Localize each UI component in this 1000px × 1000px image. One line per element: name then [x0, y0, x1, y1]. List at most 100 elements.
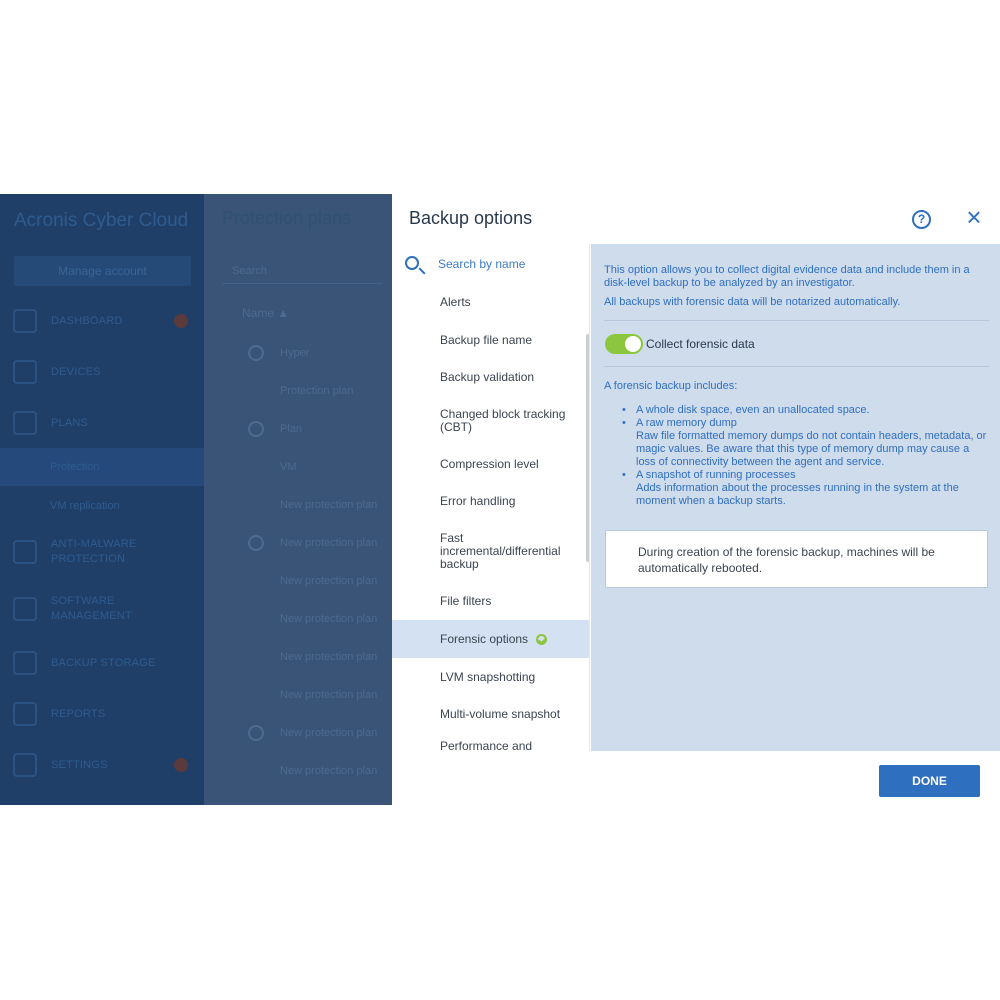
status-icon	[248, 611, 264, 627]
nav-label: DEVICES	[51, 365, 101, 378]
detail-notarized: All backups with forensic data will be n…	[604, 296, 901, 308]
status-icon	[248, 763, 264, 779]
nav-dashboard: DASHBOARD	[0, 301, 204, 341]
nav-label: SOFTWARE MANAGEMENT	[51, 595, 132, 622]
plan-row: VM	[248, 448, 392, 486]
plan-row: Hyper	[248, 334, 392, 372]
plan-row: New protection plan	[248, 562, 392, 600]
status-icon	[248, 497, 264, 513]
option-performance[interactable]: Performance and backup	[392, 740, 589, 752]
option-alerts[interactable]: Alerts	[392, 284, 589, 321]
option-search	[392, 244, 589, 284]
plan-row: New protection plan	[248, 486, 392, 524]
list-item: A whole disk space, even an unallocated …	[620, 404, 990, 417]
plan-row: New protection plan	[248, 638, 392, 676]
nav-backup-storage: BACKUP STORAGE	[0, 643, 204, 683]
plan-row: Protection plan	[248, 372, 392, 410]
status-icon	[248, 573, 264, 589]
nav-sub-protection: Protection	[0, 448, 204, 486]
manage-account-button: Manage account	[14, 256, 191, 286]
brand-logo: Acronis Cyber Cloud	[14, 210, 189, 231]
notification-badge	[174, 758, 188, 772]
sidebar: Acronis Cyber Cloud Manage account DASHB…	[0, 194, 204, 805]
background-app: Acronis Cyber Cloud Manage account DASHB…	[0, 194, 392, 805]
gear-icon	[13, 753, 37, 777]
status-icon	[248, 383, 264, 399]
search-input[interactable]	[438, 253, 578, 275]
check-circle-icon	[536, 633, 548, 645]
option-file-filters[interactable]: File filters	[392, 582, 589, 620]
software-icon	[13, 597, 37, 621]
status-icon	[248, 345, 264, 361]
nav-sub-vm-replication: VM replication	[50, 500, 120, 512]
storage-icon	[13, 651, 37, 675]
status-icon	[248, 421, 264, 437]
nav-label: DASHBOARD	[51, 314, 123, 327]
status-icon	[248, 725, 264, 741]
includes-heading: A forensic backup includes:	[604, 380, 738, 392]
monitor-icon	[13, 360, 37, 384]
shield-icon	[13, 540, 37, 564]
options-list: Alerts Backup file name Backup validatio…	[392, 244, 590, 751]
list-item: A raw memory dumpRaw file formatted memo…	[620, 417, 990, 469]
status-icon	[248, 535, 264, 551]
option-backup-file-name[interactable]: Backup file name	[392, 321, 589, 359]
option-lvm-snapshotting[interactable]: LVM snapshotting	[392, 658, 589, 696]
plan-row: New protection plan	[248, 600, 392, 638]
status-icon	[248, 649, 264, 665]
option-multi-volume-snapshot[interactable]: Multi-volume snapshot	[392, 696, 589, 733]
nav-plans: PLANS	[0, 403, 204, 443]
notification-badge	[174, 314, 188, 328]
option-forensic-options[interactable]: Forensic options	[392, 620, 589, 658]
search-icon	[405, 256, 419, 270]
close-icon[interactable]: ×	[962, 204, 986, 230]
collect-forensic-toggle[interactable]	[605, 334, 643, 354]
option-changed-block-tracking[interactable]: Changed block tracking (CBT)	[392, 396, 589, 446]
nav-software: SOFTWARE MANAGEMENT	[0, 589, 204, 629]
page-title: Protection plans	[222, 208, 352, 228]
list-item: A snapshot of running processesAdds info…	[620, 469, 990, 508]
reboot-notice: During creation of the forensic backup, …	[605, 530, 988, 588]
nav-label: PLANS	[51, 416, 89, 429]
options-scrollbar[interactable]	[586, 334, 589, 562]
nav-settings: SETTINGS	[0, 745, 204, 785]
forensic-includes-list: A whole disk space, even an unallocated …	[620, 404, 990, 508]
plan-row: New protection plan	[248, 752, 392, 790]
nav-anti-malware: ANTI-MALWARE PROTECTION	[0, 532, 204, 572]
screenshot: Acronis Cyber Cloud Manage account DASHB…	[0, 194, 1000, 805]
nav-devices: DEVICES	[0, 352, 204, 392]
nav-label: ANTI-MALWARE PROTECTION	[51, 538, 137, 565]
toggle-knob	[625, 336, 641, 352]
status-icon	[248, 687, 264, 703]
nav-label: BACKUP STORAGE	[51, 656, 156, 669]
option-error-handling[interactable]: Error handling	[392, 483, 589, 520]
divider	[604, 366, 989, 367]
main-content: Protection plans Search Name ▲ Hyper Pro…	[204, 194, 392, 805]
plan-row: New protection plan	[248, 676, 392, 714]
plans-icon	[13, 411, 37, 435]
nav-label: REPORTS	[51, 707, 106, 720]
column-header-name: Name ▲	[242, 306, 290, 320]
option-detail-panel: This option allows you to collect digita…	[591, 244, 1000, 751]
backup-options-dialog: Backup options ? × Alerts Backup file na…	[392, 194, 1000, 805]
help-icon[interactable]: ?	[912, 210, 931, 229]
plan-row: New protection plan	[248, 714, 392, 752]
dashboard-icon	[13, 309, 37, 333]
reports-icon	[13, 702, 37, 726]
nav-reports: REPORTS	[0, 694, 204, 734]
detail-intro: This option allows you to collect digita…	[604, 264, 970, 289]
plan-row: New protection plan	[248, 524, 392, 562]
dialog-footer: DONE	[392, 751, 1000, 805]
option-compression-level[interactable]: Compression level	[392, 446, 589, 483]
done-button[interactable]: DONE	[879, 765, 980, 797]
option-fast-incremental[interactable]: Fast incremental/differential backup	[392, 520, 589, 582]
toggle-label: Collect forensic data	[646, 337, 755, 351]
option-backup-validation[interactable]: Backup validation	[392, 359, 589, 396]
dialog-header: Backup options ? ×	[392, 194, 1000, 244]
plans-search: Search	[222, 258, 382, 284]
divider	[604, 320, 989, 321]
nav-label: SETTINGS	[51, 758, 108, 771]
status-icon	[248, 459, 264, 475]
dialog-title: Backup options	[409, 208, 533, 228]
plan-row: Plan	[248, 410, 392, 448]
